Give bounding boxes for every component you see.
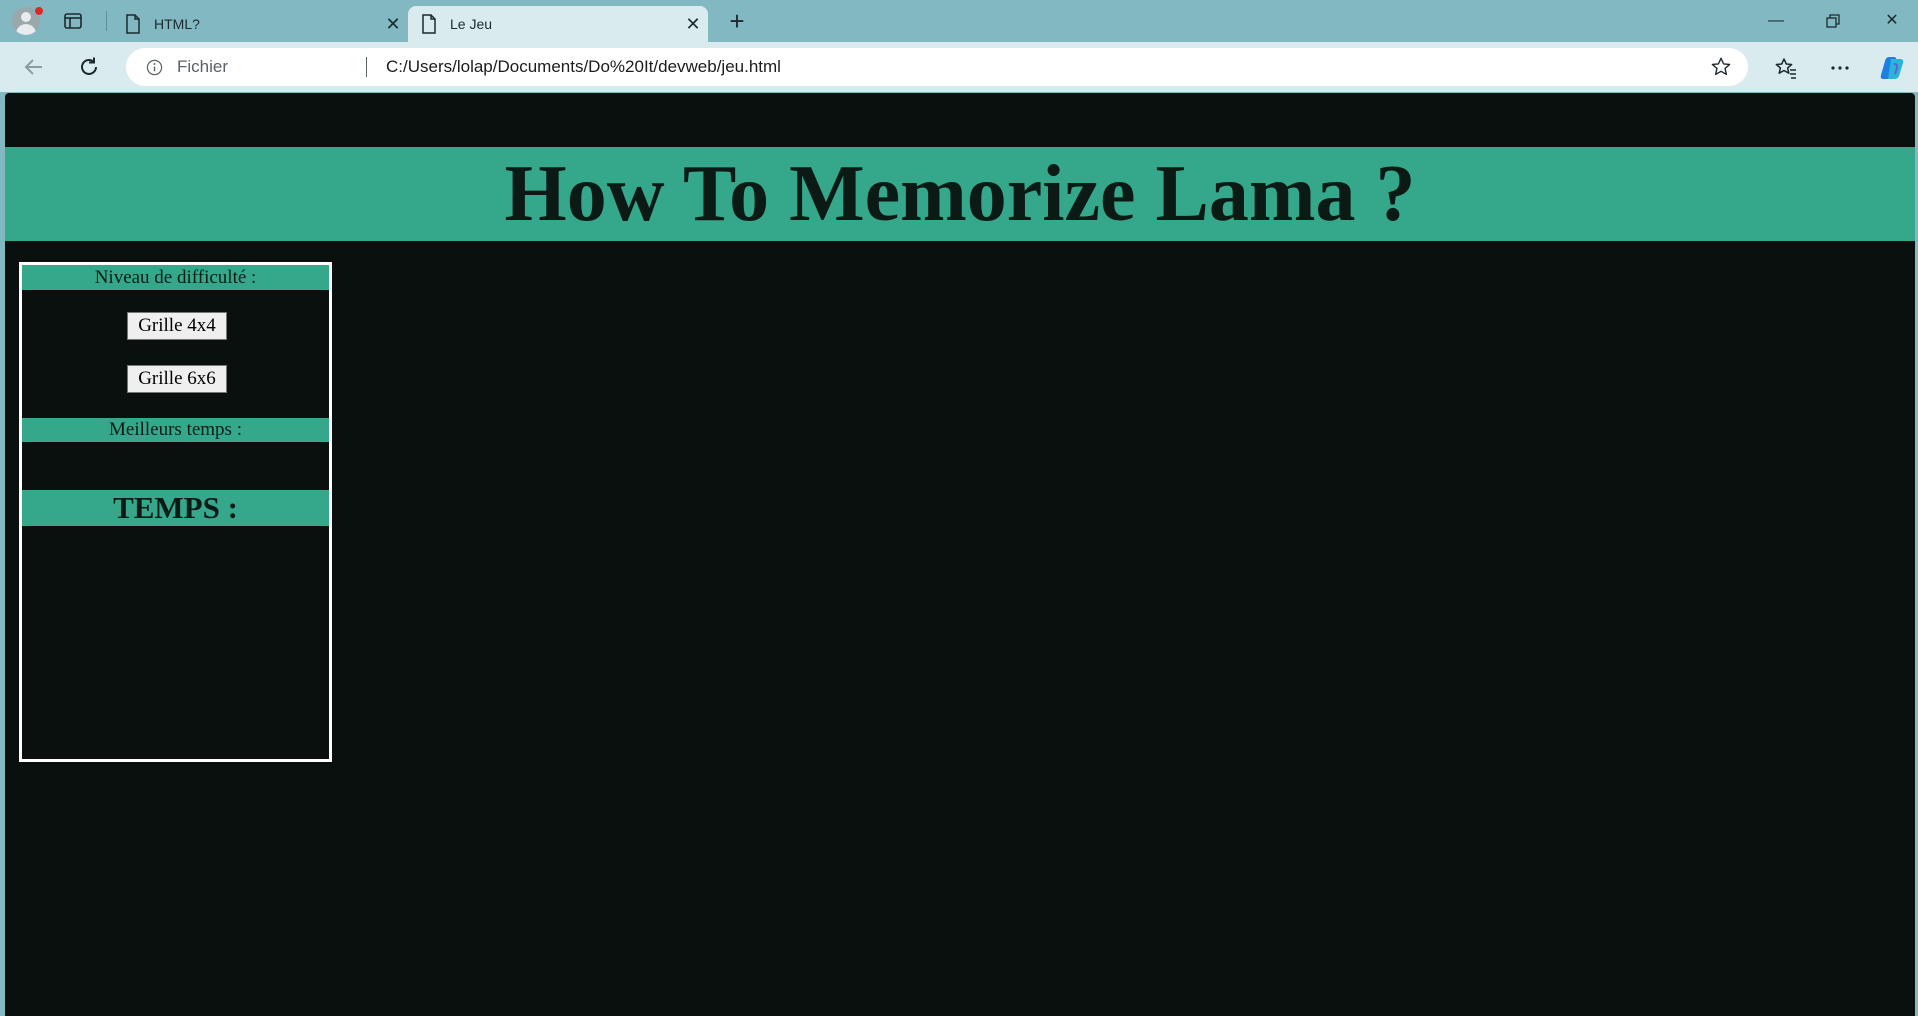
notification-dot [34, 6, 44, 16]
page-title: How To Memorize Lama ? [504, 150, 1416, 238]
info-icon[interactable] [146, 59, 163, 81]
tab-title: Le Jeu [450, 16, 493, 32]
tab-actions-icon[interactable] [62, 10, 84, 32]
close-icon[interactable]: ✕ [378, 14, 408, 35]
difficulty-heading: Niveau de difficulté : [22, 265, 329, 290]
restore-icon[interactable] [1813, 8, 1853, 34]
page-viewport: How To Memorize Lama ? Niveau de difficu… [5, 93, 1915, 1016]
close-icon[interactable]: ✕ [678, 14, 708, 35]
favorites-icon[interactable] [1772, 54, 1800, 82]
copilot-icon[interactable] [1878, 54, 1906, 82]
page-icon [122, 14, 144, 34]
more-icon[interactable] [1826, 54, 1854, 82]
page-icon [418, 14, 440, 34]
browser-toolbar: Fichier C:/Users/lolap/Documents/Do%20It… [0, 42, 1918, 92]
minimize-icon[interactable]: — [1756, 8, 1796, 34]
address-divider [366, 57, 367, 77]
back-arrow-icon[interactable] [18, 52, 50, 82]
address-bar[interactable]: Fichier C:/Users/lolap/Documents/Do%20It… [126, 48, 1748, 86]
best-times-heading: Meilleurs temps : [22, 418, 329, 442]
tab-bar: HTML? ✕ Le Jeu ✕ + — ✕ [0, 0, 1918, 42]
grid-6x6-button[interactable]: Grille 6x6 [127, 365, 227, 393]
tab-title: HTML? [154, 16, 200, 32]
refresh-icon[interactable] [73, 52, 105, 82]
grid-4x4-button[interactable]: Grille 4x4 [127, 312, 227, 340]
title-banner: How To Memorize Lama ? [5, 147, 1915, 241]
scheme-label: Fichier [177, 57, 229, 76]
url-text[interactable]: C:/Users/lolap/Documents/Do%20It/devweb/… [386, 57, 781, 77]
plus-icon[interactable]: + [722, 6, 752, 36]
star-icon[interactable] [1710, 56, 1732, 83]
window-close-icon[interactable]: ✕ [1872, 8, 1912, 34]
tab-le-jeu[interactable]: Le Jeu ✕ [408, 6, 708, 42]
tab-html[interactable]: HTML? ✕ [112, 6, 408, 42]
side-panel: Niveau de difficulté : Grille 4x4 Grille… [19, 262, 332, 762]
time-heading: TEMPS : [22, 490, 329, 526]
